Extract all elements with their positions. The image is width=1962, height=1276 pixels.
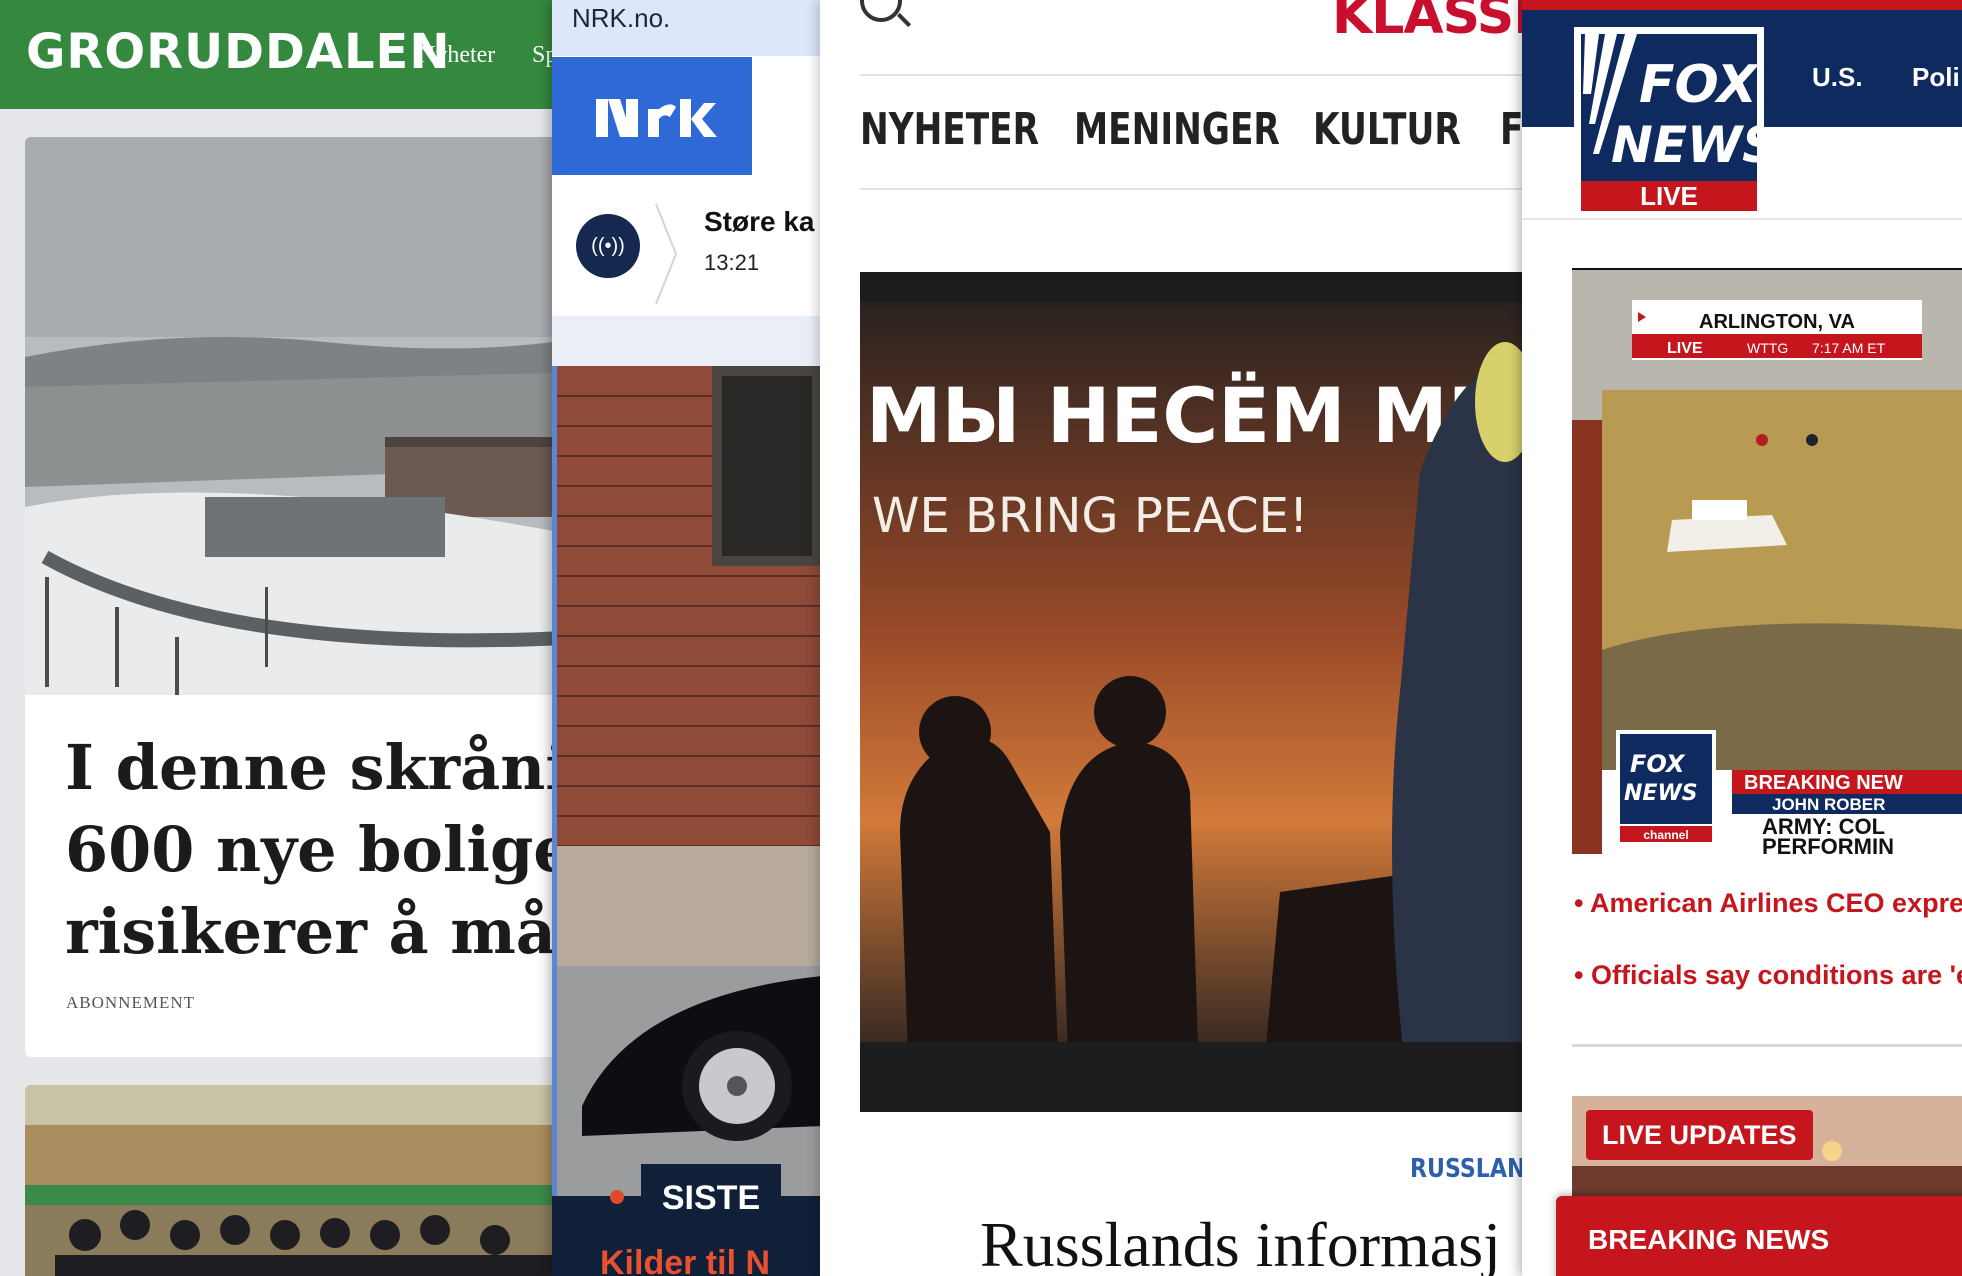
headline-line: I denne skrånin [65,731,560,804]
klassekampen-window: KLASSEKA NYHETER MENINGER KULTUR FO МЫ Н… [820,0,1525,1276]
focus-indicator [552,366,557,1276]
video-station: WTTG [1747,340,1788,356]
video-reporter: JOHN ROBER [1772,795,1885,814]
poster-english-text: WE BRING PEACE! [872,488,1308,544]
divider [860,188,1525,190]
bug-news-text: NEWS [1624,781,1698,806]
divider [1522,218,1962,220]
latest-badge: SISTE [641,1164,781,1232]
article-photo[interactable]: МЫ НЕСЁМ МИР! WE BRING PEACE! [860,272,1525,1112]
nav-item-kultur[interactable]: KULTUR [1313,104,1461,155]
live-updates-badge[interactable]: LIVE UPDATES [1586,1110,1813,1160]
groruddalen-logo[interactable]: GRORUDDALEN [26,24,450,80]
live-dot-icon [610,1190,624,1204]
headline-link[interactable]: Officials say conditions are 'e [1574,960,1962,991]
article-photo[interactable] [552,366,822,1196]
nav-item-us[interactable]: U.S. [1812,62,1863,93]
foxnews-logo[interactable]: FOX NEWS LIVE [1574,27,1778,217]
article-photo[interactable] [25,137,560,695]
live-video-player[interactable]: ARLINGTON, VA LIVE WTTG 7:17 AM ET BREAK… [1572,270,1962,854]
spacer [552,316,822,366]
video-live-label: LIVE [1667,340,1703,357]
search-icon-handle [896,12,912,28]
logo-fox-text: FOX [1639,55,1757,115]
divider [860,74,1525,76]
foxnews-logo-mark: FOX NEWS [1581,34,1778,181]
address-bar[interactable]: NRK.no. [552,0,822,56]
bug-fox-text: FOX [1630,750,1686,778]
nav-item-meninger[interactable]: MENINGER [1074,104,1280,155]
live-title: Støre ka [704,206,815,237]
nrk-logo-icon [596,99,717,137]
headline-link[interactable]: American Airlines CEO expres [1574,888,1962,919]
video-ticker-line2: PERFORMIN [1762,834,1894,854]
article-card-2[interactable] [25,1085,560,1276]
url-text: NRK.no. [572,3,671,33]
subscription-label: ABONNEMENT [66,993,195,1012]
groruddalen-header: GRORUDDALEN Nyheter Sp [0,0,560,109]
divider [1572,1044,1962,1047]
breaking-news-banner[interactable]: BREAKING NEWS [1556,1196,1962,1276]
live-ticker[interactable]: ((•)) Støre ka 13:21 [552,176,822,316]
headline-line: 600 nye boliger, [65,813,560,886]
breaking-news-label: BREAKING NEWS [1588,1224,1830,1255]
article-headline[interactable]: Russlands informasj [980,1208,1501,1276]
latest-headline[interactable]: Kilder til N [600,1244,770,1276]
klassekampen-logo[interactable]: KLASSEKA [1332,0,1525,46]
logo-live-label: LIVE [1581,181,1757,211]
poster-russian-text: МЫ НЕСЁМ МИР! [866,370,1525,460]
video-breaking-label: BREAKING NEW [1744,772,1903,794]
logo-news-text: NEWS [1611,116,1757,174]
search-icon[interactable] [860,0,902,22]
nav-item-politics[interactable]: Poli [1912,62,1960,93]
nrk-logo[interactable] [552,57,752,175]
groruddalen-window: GRORUDDALEN Nyheter Sp I denne skrånin 6… [0,0,560,1276]
foxnews-searchlight-icon: FOX NEWS [1583,34,1778,174]
nav-item-nyheter[interactable]: NYHETER [860,104,1039,155]
video-location: ARLINGTON, VA [1699,311,1855,333]
chevron-divider-icon [655,204,678,304]
article-kicker[interactable]: RUSSLAN [1410,1154,1525,1184]
bug-channel-text: channel [1643,828,1688,842]
live-time: 13:21 [704,250,760,275]
headline-line: risikerer å mått [65,895,560,968]
nav-item-nyheter[interactable]: Nyheter [418,42,495,69]
nrk-window: NRK.no. ((•)) Støre ka 13:21 SISTE Kilde… [552,0,822,1276]
article-card[interactable]: I denne skrånin 600 nye boliger, risiker… [25,137,560,1057]
live-broadcast-icon: ((•)) [576,214,640,278]
article-headline[interactable]: I denne skrånin 600 nye boliger, risiker… [65,727,560,973]
team-photo[interactable] [25,1085,560,1276]
video-time: 7:17 AM ET [1812,340,1886,356]
foxnews-window: U.S. Poli FOX NEWS LIVE [1522,0,1962,1276]
